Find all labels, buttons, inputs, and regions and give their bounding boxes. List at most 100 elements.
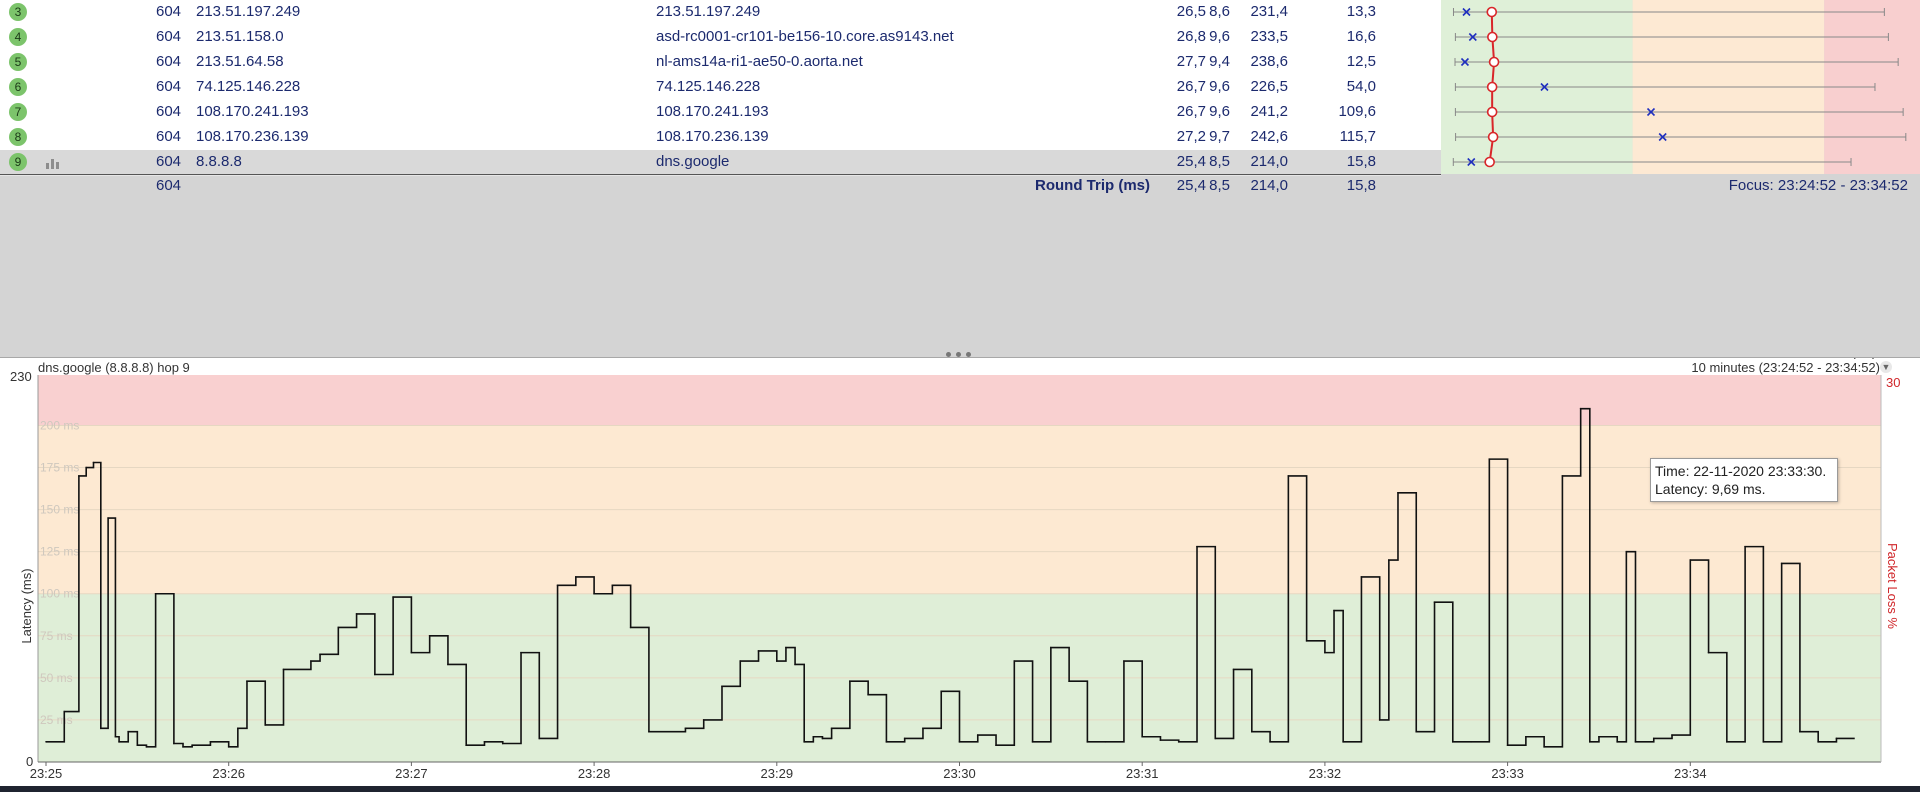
latency-point xyxy=(173,742,175,745)
ms-gridline-label: 25 ms xyxy=(40,713,73,727)
max-latency: 226,5 xyxy=(1250,78,1288,95)
table-row[interactable]: 5 604 213.51.64.58 nl-ams14a-ri1-ae50-0.aor… xyxy=(0,50,1441,76)
latency-point xyxy=(191,744,193,746)
table-row[interactable]: 7 604 108.170.241.193 108.170.241.193 26,7 9,… xyxy=(0,100,1441,126)
latency-point xyxy=(785,646,787,649)
table-row[interactable]: 4 604 213.51.158.0 asd-rc0001-cr101-be156-1… xyxy=(0,25,1441,51)
hop-number: 9 xyxy=(9,153,27,171)
latency-point xyxy=(410,651,413,654)
latency-point xyxy=(319,653,321,656)
latency-point xyxy=(1817,741,1819,743)
focus-range: Focus: 23:24:52 - 23:34:52 xyxy=(1728,177,1908,194)
latency-point xyxy=(1287,475,1290,477)
latency-point xyxy=(227,746,230,748)
latency-point xyxy=(100,727,102,730)
bar-chart-icon[interactable] xyxy=(46,157,60,169)
min-latency: 9,6 xyxy=(1209,78,1230,95)
hop-number: 6 xyxy=(9,78,27,96)
table-row[interactable]: 8 604 108.170.236.139 108.170.236.139 27,2 9,… xyxy=(0,125,1441,151)
x-tick-label: 23:30 xyxy=(943,766,976,781)
latency-point xyxy=(1378,719,1381,721)
latency-point xyxy=(958,741,961,743)
summary-cur: 15,8 xyxy=(1346,177,1376,194)
latency-point xyxy=(1050,646,1052,649)
x-tick-label: 23:26 xyxy=(212,766,245,781)
x-tick-label: 23:28 xyxy=(578,766,611,781)
ms-gridline-label: 100 ms xyxy=(40,587,79,601)
latency-point xyxy=(1086,741,1089,743)
y-axis-label: Latency (ms) xyxy=(19,568,34,643)
latency-point xyxy=(154,592,157,595)
ms-gridline-label: 50 ms xyxy=(40,671,73,685)
max-latency: 241,2 xyxy=(1250,103,1288,120)
avg-latency: 26,7 xyxy=(1176,103,1206,120)
ms-gridline-label: 150 ms xyxy=(40,503,79,517)
latency-point xyxy=(118,741,120,743)
latency-point xyxy=(556,584,559,587)
latency-point xyxy=(1397,491,1399,494)
time-range-selector[interactable]: 10 minutes (23:24:52 - 23:34:52) xyxy=(1691,360,1880,375)
hop-number: 7 xyxy=(9,103,27,121)
latency-point xyxy=(1451,741,1454,743)
latency-point xyxy=(310,660,312,662)
latency-point xyxy=(721,685,723,688)
latency-point xyxy=(1141,735,1143,738)
hostname: nl-ams14a-ri1-ae50-0.aorta.net xyxy=(656,53,863,70)
latency-chart[interactable]: 200 ms 175 ms 150 ms 125 ms 100 ms 75 ms 50 ms… xyxy=(0,358,1920,793)
cur-latency: 15,8 xyxy=(1346,153,1376,170)
latency-point xyxy=(702,719,705,721)
latency-point xyxy=(465,744,468,746)
x-tick-label: 23:31 xyxy=(1126,766,1159,781)
latency-point xyxy=(1780,562,1783,565)
hop-number: 3 xyxy=(9,3,27,21)
latency-point xyxy=(127,730,130,733)
avg-latency: 25,4 xyxy=(1176,153,1206,170)
min-latency: 9,4 xyxy=(1209,53,1230,70)
latency-point xyxy=(1488,458,1491,460)
latency-point xyxy=(1744,545,1746,548)
y2-top-label: 30 xyxy=(1886,375,1900,390)
avg-latency: 27,7 xyxy=(1176,53,1206,70)
latency-point xyxy=(885,741,888,743)
table-row[interactable]: 9 604 8.8.8.8 dns.google 25,4 8,5 214,0 15,8 xyxy=(0,150,1441,176)
sent-count: 604 xyxy=(156,28,182,45)
latency-point xyxy=(374,673,376,676)
latency-point xyxy=(1707,651,1710,654)
y2-axis-label: Packet Loss % xyxy=(1885,543,1900,629)
latency-point xyxy=(1388,559,1390,561)
avg-latency: 26,7 xyxy=(1176,78,1206,95)
table-row[interactable]: 6 604 74.125.146.228 74.125.146.228 26,7 9,6 2… xyxy=(0,75,1441,101)
avg-marker xyxy=(1486,81,1498,93)
latency-point xyxy=(1159,739,1162,741)
latency-point xyxy=(1634,741,1637,743)
latency-point xyxy=(85,466,87,469)
hostname: asd-rc0001-cr101-be156-10.core.as9143.ne… xyxy=(656,28,954,45)
min-latency: 9,7 xyxy=(1209,128,1230,145)
threshold-band xyxy=(38,375,1881,426)
latency-graph-panel: 200 ms 175 ms 150 ms 125 ms 100 ms 75 ms 50 ms… xyxy=(0,357,1920,793)
table-row[interactable]: 3 604 213.51.197.249 213.51.197.249 26,5 8,6 2… xyxy=(0,0,1441,26)
latency-point xyxy=(1305,640,1308,642)
max-latency: 233,5 xyxy=(1250,28,1288,45)
tooltip-time: Time: 22-11-2020 23:33:30. xyxy=(1655,463,1827,479)
x-tick-label: 23:34 xyxy=(1674,766,1707,781)
latency-point xyxy=(392,596,394,598)
ms-gridline-label: 125 ms xyxy=(40,545,79,559)
chevron-down-icon[interactable]: ▼ xyxy=(1880,361,1892,373)
latency-point xyxy=(520,651,522,654)
x-tick-label: 23:29 xyxy=(761,766,794,781)
cur-latency: 12,5 xyxy=(1346,53,1376,70)
latency-point xyxy=(1104,741,1107,743)
latency-point xyxy=(1068,680,1070,683)
latency-point xyxy=(1598,735,1600,738)
min-latency: 9,6 xyxy=(1209,28,1230,45)
latency-point xyxy=(501,742,504,745)
latency-point xyxy=(1415,730,1418,733)
cur-latency: 115,7 xyxy=(1339,128,1376,145)
latency-point xyxy=(648,730,650,733)
latency-point xyxy=(447,663,449,666)
x-tick-label: 23:25 xyxy=(30,766,63,781)
latency-point xyxy=(1652,737,1655,740)
latency-point xyxy=(1726,741,1728,743)
cur-latency: 13,3 xyxy=(1346,3,1376,20)
